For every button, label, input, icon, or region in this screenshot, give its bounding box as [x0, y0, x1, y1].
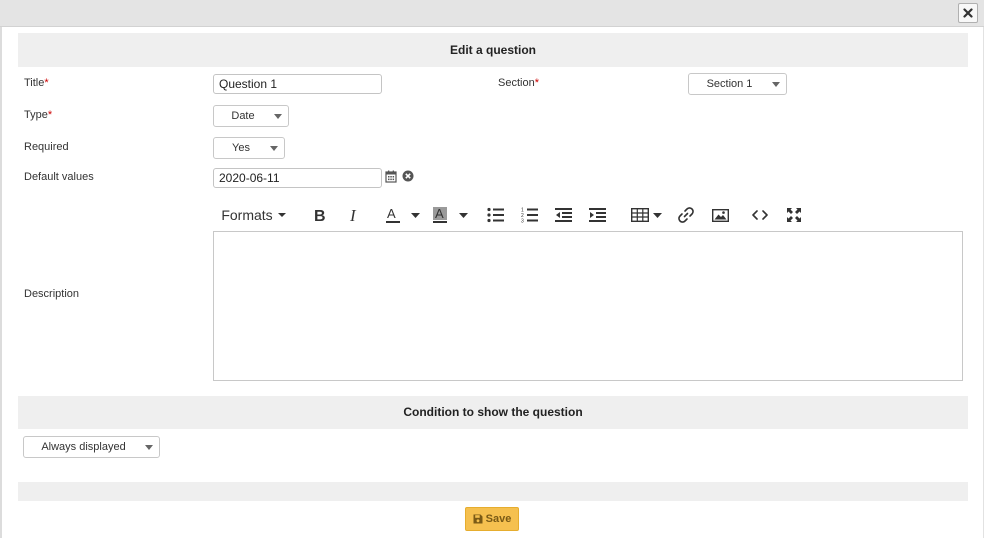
link-button[interactable] [675, 202, 697, 228]
required-label: Required [24, 141, 69, 153]
svg-text:A: A [387, 206, 396, 221]
condition-select-value: Always displayed [41, 441, 126, 453]
clear-circle-icon [402, 170, 414, 182]
dialog-titlebar [0, 0, 984, 27]
footer-band [18, 482, 968, 501]
chevron-down-icon [458, 212, 468, 218]
numbered-list-button[interactable]: 1 2 3 [519, 202, 541, 228]
type-label: Type [24, 109, 48, 121]
close-button[interactable] [958, 3, 978, 23]
type-required-mark: * [47, 109, 53, 121]
text-color-dropdown[interactable] [409, 202, 421, 228]
bold-button[interactable]: B [309, 202, 331, 228]
floppy-disk-icon [473, 514, 483, 524]
indent-button[interactable] [587, 202, 609, 228]
text-color-icon: A [386, 206, 400, 223]
dialog-left-border [0, 0, 2, 538]
formats-label: Formats [221, 207, 273, 223]
save-button[interactable]: Save [465, 507, 519, 531]
default-values-label-row: Default values [24, 171, 94, 183]
svg-text:B: B [314, 208, 326, 223]
table-button[interactable] [629, 202, 651, 228]
svg-text:A: A [435, 206, 444, 221]
default-date-input[interactable] [213, 168, 382, 188]
chevron-down-icon [410, 212, 420, 218]
condition-select[interactable]: Always displayed [23, 436, 160, 458]
section-select-value: Section 1 [706, 78, 753, 90]
required-select[interactable]: Yes [213, 137, 285, 159]
indent-icon [589, 208, 606, 222]
description-label: Description [24, 288, 80, 300]
editor-toolbar: Formats B I A A 1 2 3 [213, 202, 963, 228]
title-label: Title [24, 77, 45, 89]
title-input[interactable] [213, 74, 382, 94]
required-label-row: Required [24, 141, 69, 153]
edit-question-header: Edit a question [18, 33, 968, 67]
condition-header: Condition to show the question [18, 396, 968, 429]
required-select-value: Yes [232, 142, 250, 154]
save-label: Save [485, 513, 512, 525]
background-color-icon: A [433, 206, 447, 223]
type-select-value: Date [231, 110, 255, 122]
close-icon [963, 8, 973, 18]
bullet-list-button[interactable] [485, 202, 507, 228]
text-color-button[interactable]: A [381, 202, 405, 228]
bold-icon: B [314, 208, 326, 223]
section-label-row: Section* [498, 77, 539, 89]
calendar-button[interactable] [385, 170, 398, 185]
svg-text:3: 3 [521, 219, 524, 224]
italic-button[interactable]: I [343, 202, 365, 228]
section-select[interactable]: Section 1 [688, 73, 787, 95]
table-dropdown[interactable] [651, 202, 663, 228]
condition-title: Condition to show the question [403, 405, 583, 419]
default-values-label: Default values [24, 171, 94, 183]
fullscreen-icon [787, 208, 801, 222]
section-label: Section [498, 77, 535, 89]
image-icon [711, 208, 729, 222]
clear-date-button[interactable] [402, 170, 415, 183]
fullscreen-button[interactable] [783, 202, 805, 228]
italic-icon: I [349, 207, 357, 223]
formats-dropdown[interactable]: Formats [219, 202, 289, 228]
edit-question-title: Edit a question [449, 43, 536, 57]
source-code-icon [752, 210, 768, 220]
calendar-icon [385, 170, 397, 183]
section-required-mark: * [534, 77, 539, 89]
chevron-down-icon [652, 212, 662, 218]
chevron-down-icon [270, 146, 278, 151]
numbered-list-icon: 1 2 3 [521, 208, 538, 224]
outdent-button[interactable] [553, 202, 575, 228]
type-label-row: Type* [24, 109, 52, 121]
chevron-down-icon [277, 213, 286, 217]
source-code-button[interactable] [749, 202, 771, 228]
title-label-row: Title* [24, 77, 49, 89]
chevron-down-icon [145, 445, 153, 450]
image-button[interactable] [709, 202, 731, 228]
title-required-mark: * [44, 77, 49, 89]
background-color-button[interactable]: A [428, 202, 452, 228]
link-icon [678, 207, 694, 223]
description-label-row: Description [24, 288, 79, 300]
bullet-list-icon [487, 207, 504, 223]
type-select[interactable]: Date [213, 105, 289, 127]
chevron-down-icon [772, 82, 780, 87]
svg-text:I: I [349, 207, 357, 223]
chevron-down-icon [274, 114, 282, 119]
background-color-dropdown[interactable] [457, 202, 469, 228]
table-icon [631, 208, 649, 222]
outdent-icon [555, 208, 572, 222]
description-editor[interactable] [213, 231, 963, 381]
